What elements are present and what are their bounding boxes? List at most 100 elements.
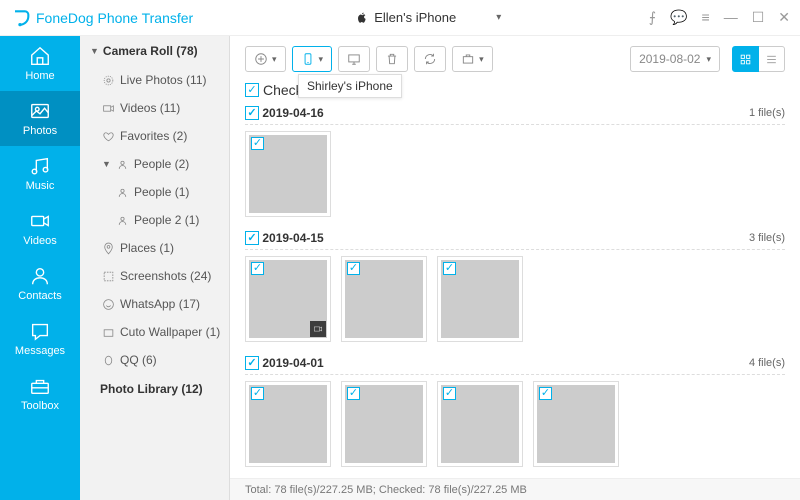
checkbox-icon[interactable]: ✓ <box>251 137 264 150</box>
checkbox-icon[interactable]: ✓ <box>443 387 456 400</box>
delete-button[interactable] <box>376 46 408 72</box>
sidebar-item-label: People 2 (1) <box>134 213 199 227</box>
photo-scroll[interactable]: ✓ 2019-04-161 file(s) ✓ ✓ 2019-04-153 fi… <box>230 106 800 500</box>
file-count: 4 file(s) <box>749 357 785 369</box>
file-count: 3 file(s) <box>749 232 785 244</box>
people-icon <box>116 158 129 171</box>
date-header[interactable]: ✓ 2019-04-161 file(s) <box>245 106 785 125</box>
sidebar-item-label: Videos (11) <box>120 101 180 115</box>
pin-icon <box>102 242 115 255</box>
photo-thumb[interactable]: ✓ <box>245 131 331 217</box>
chevron-down-icon: ▾ <box>706 54 711 65</box>
sidebar-whatsapp[interactable]: WhatsApp (17) <box>80 290 229 318</box>
contacts-icon <box>29 265 51 287</box>
device-selector[interactable]: Ellen's iPhone ▾ <box>343 6 513 29</box>
date-filter[interactable]: 2019-08-02▾ <box>630 46 720 72</box>
photo-thumb[interactable]: ✓ <box>437 256 523 342</box>
nav-toolbox[interactable]: Toolbox <box>0 366 80 421</box>
sidebar-favorites[interactable]: Favorites (2) <box>80 122 229 150</box>
message-icon[interactable]: 💬 <box>670 9 687 26</box>
photo-thumb[interactable]: ✓ <box>437 381 523 467</box>
music-icon <box>29 155 51 177</box>
refresh-icon <box>423 52 437 66</box>
sidebar-item-label: Favorites (2) <box>120 129 187 143</box>
photo-thumb[interactable]: ✓ <box>245 381 331 467</box>
checkbox-icon[interactable]: ✓ <box>347 262 360 275</box>
whatsapp-icon <box>102 298 115 311</box>
export-tooltip: Shirley's iPhone <box>298 74 402 98</box>
file-count: 1 file(s) <box>749 107 785 119</box>
nav-contacts-label: Contacts <box>18 290 61 302</box>
plus-icon <box>254 52 268 66</box>
nav-messages[interactable]: Messages <box>0 311 80 366</box>
status-bar: Total: 78 file(s)/227.25 MB; Checked: 78… <box>230 478 800 500</box>
export-to-phone-button[interactable]: ▾ <box>292 46 333 72</box>
live-icon <box>102 74 115 87</box>
sidebar-camera-roll[interactable]: ▼ Camera Roll (78) <box>80 36 229 66</box>
sidebar-cuto[interactable]: Cuto Wallpaper (1) <box>80 318 229 346</box>
nav-home[interactable]: Home <box>0 36 80 91</box>
person-icon <box>116 186 129 199</box>
nav-videos[interactable]: Videos <box>0 201 80 256</box>
sidebar-live-photos[interactable]: Live Photos (11) <box>80 66 229 94</box>
window-controls: ⨍ 💬 ≡ — ☐ ✕ <box>649 9 790 26</box>
chevron-down-icon: ▼ <box>102 159 111 169</box>
add-button[interactable]: ▾ <box>245 46 286 72</box>
photo-thumb[interactable]: ✓ <box>245 256 331 342</box>
list-icon <box>765 53 778 66</box>
checkbox-icon[interactable]: ✓ <box>251 262 264 275</box>
sidebar-item-label: Places (1) <box>120 241 174 255</box>
checkbox-icon: ✓ <box>245 356 259 370</box>
checkbox-icon[interactable]: ✓ <box>539 387 552 400</box>
sidebar-screenshots[interactable]: Screenshots (24) <box>80 262 229 290</box>
refresh-button[interactable] <box>414 46 446 72</box>
list-view-button[interactable] <box>759 46 785 72</box>
sidebar-people-1[interactable]: People (1) <box>80 178 229 206</box>
sidebar-qq[interactable]: QQ (6) <box>80 346 229 374</box>
nav-photos[interactable]: Photos <box>0 91 80 146</box>
grid-view-button[interactable] <box>732 46 759 72</box>
app-title: FoneDog Phone Transfer <box>36 10 193 26</box>
grid-icon <box>739 53 752 66</box>
nav-music[interactable]: Music <box>0 146 80 201</box>
feedback-icon[interactable]: ⨍ <box>649 9 656 26</box>
person-icon <box>116 214 129 227</box>
date-header[interactable]: ✓ 2019-04-014 file(s) <box>245 356 785 375</box>
toolbar: ▾ ▾ ▾ 2019-08-02▾ Shirley's iPhone <box>230 36 800 78</box>
photos-icon <box>29 100 51 122</box>
menu-icon[interactable]: ≡ <box>702 9 710 26</box>
checkbox-icon[interactable]: ✓ <box>443 262 456 275</box>
date-header[interactable]: ✓ 2019-04-153 file(s) <box>245 231 785 250</box>
nav-home-label: Home <box>25 70 54 82</box>
main-panel: ▾ ▾ ▾ 2019-08-02▾ Shirley's iPhone ✓ Che… <box>230 36 800 500</box>
checkbox-icon[interactable]: ✓ <box>347 387 360 400</box>
nav-photos-label: Photos <box>23 125 57 137</box>
close-icon[interactable]: ✕ <box>778 9 790 26</box>
more-actions-button[interactable]: ▾ <box>452 46 493 72</box>
video-badge-icon <box>310 321 326 337</box>
device-name: Ellen's iPhone <box>374 10 456 25</box>
checkbox-icon[interactable]: ✓ <box>251 387 264 400</box>
nav-contacts[interactable]: Contacts <box>0 256 80 311</box>
nav-music-label: Music <box>26 180 55 192</box>
pc-export-icon <box>347 52 361 66</box>
sidebar-people[interactable]: ▼People (2) <box>80 150 229 178</box>
chevron-down-icon: ▾ <box>496 12 501 23</box>
chevron-down-icon: ▼ <box>90 46 99 56</box>
sidebar-photo-library[interactable]: Photo Library (12) <box>80 374 229 404</box>
view-toggle <box>732 46 785 72</box>
sidebar-places[interactable]: Places (1) <box>80 234 229 262</box>
photo-thumb[interactable]: ✓ <box>341 381 427 467</box>
photo-thumb[interactable]: ✓ <box>533 381 619 467</box>
sidebar-item-label: People (1) <box>134 185 189 199</box>
export-to-pc-button[interactable] <box>338 46 370 72</box>
sidebar-photo-library-label: Photo Library (12) <box>100 382 203 396</box>
sidebar: ▼ Camera Roll (78) Live Photos (11) Video… <box>80 36 230 500</box>
maximize-icon[interactable]: ☐ <box>752 9 765 26</box>
sidebar-people-2[interactable]: People 2 (1) <box>80 206 229 234</box>
sidebar-videos[interactable]: Videos (11) <box>80 94 229 122</box>
checkbox-icon: ✓ <box>245 231 259 245</box>
photo-thumb[interactable]: ✓ <box>341 256 427 342</box>
sidebar-camera-roll-label: Camera Roll (78) <box>103 44 198 58</box>
minimize-icon[interactable]: — <box>724 9 738 26</box>
